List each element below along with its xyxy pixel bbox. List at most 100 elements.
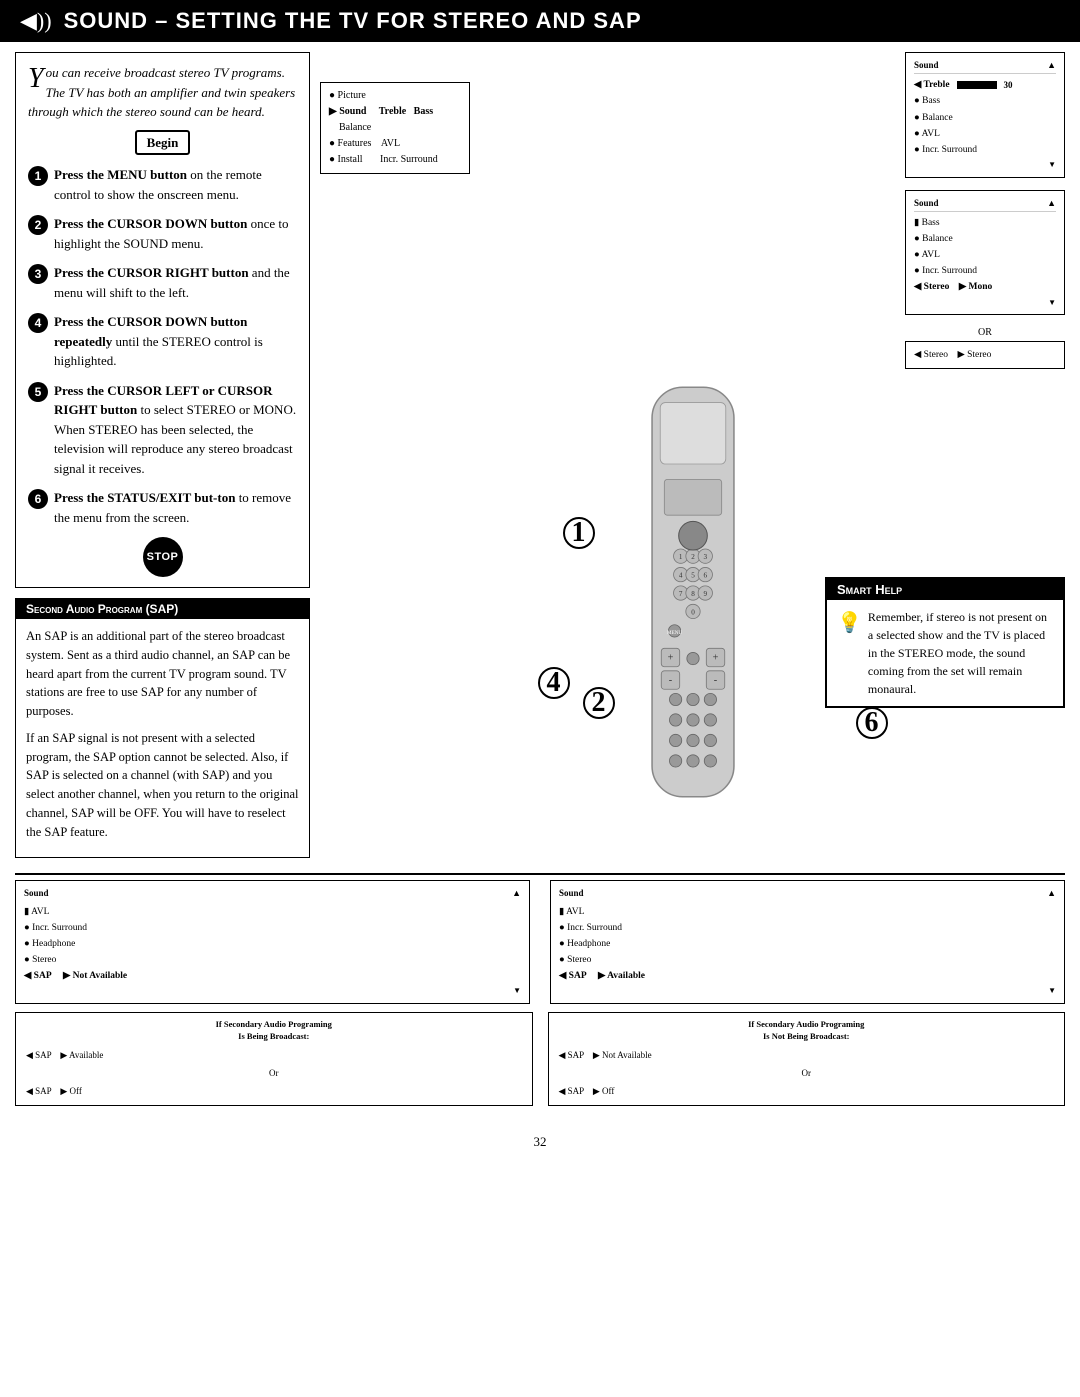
- step-5: 5 Press the CURSOR LEFT or CURSOR RIGHT …: [28, 381, 297, 479]
- sound-menus-right: Sound▲ ◀ Treble 30 ● Bass ● Balance ● AV…: [905, 52, 1065, 369]
- intro-box: You can receive broadcast stereo TV prog…: [15, 52, 310, 588]
- sap-header: Second Audio Program (SAP): [16, 599, 309, 619]
- menu-features: Balance: [329, 120, 461, 136]
- bottom-section: Sound▲ ▮ AVL ● Incr. Surround ● Headphon…: [0, 880, 1080, 1004]
- sap-t2-row1: ◀ SAP ▶ Not Available: [559, 1047, 1055, 1063]
- sap-table-1-title: If Secondary Audio ProgramingIs Being Br…: [26, 1019, 522, 1043]
- sm2-bass: ▮ Bass: [914, 215, 1056, 231]
- sap-para-2: If an SAP signal is not present with a s…: [26, 729, 299, 842]
- menu-install2: ● Install Incr. Surround: [329, 152, 461, 168]
- svg-text:1: 1: [678, 554, 682, 562]
- sm1-treble: ◀ Treble 30: [914, 77, 1056, 93]
- page-number: 32: [0, 1124, 1080, 1160]
- bm1-stereo: ● Stereo: [24, 952, 521, 968]
- bm1-title: Sound▲: [24, 886, 521, 901]
- sap-para-1: An SAP is an additional part of the ster…: [26, 627, 299, 721]
- step-3-text: Press the CURSOR RIGHT button and the me…: [54, 263, 297, 302]
- intro-body: ou can receive broadcast stereo TV progr…: [28, 65, 295, 119]
- sm2-stereo: ◀ Stereo ▶ Mono: [914, 279, 1056, 295]
- svg-text:MENU: MENU: [667, 630, 682, 636]
- right-panel: ● Picture ▶ Sound Treble Bass Balance ● …: [320, 52, 1065, 858]
- sap-t1-row1: ◀ SAP ▶ Available: [26, 1047, 522, 1063]
- bottom-right-area: Sound▲ ▮ AVL ● Incr. Surround ● Headphon…: [550, 880, 1065, 1004]
- menu-sound: ▶ Sound Treble Bass: [329, 104, 461, 120]
- step-1-number: 1: [28, 166, 48, 186]
- smart-help-box: Smart Help 💡 Remember, if stereo is not …: [825, 577, 1065, 708]
- sm2-incr: ● Incr. Surround: [914, 263, 1056, 279]
- sap-t2-row2: ◀ SAP ▶ Off: [559, 1083, 1055, 1099]
- bm2-sap: ◀ SAP ▶ Available: [559, 968, 1056, 984]
- smart-help-text: Remember, if stereo is not present on a …: [868, 608, 1053, 698]
- left-panel: You can receive broadcast stereo TV prog…: [15, 52, 310, 858]
- svg-text:2: 2: [691, 554, 695, 562]
- bm1-incr: ● Incr. Surround: [24, 920, 521, 936]
- bm1-avl: ▮ AVL: [24, 904, 521, 920]
- sap-content: An SAP is an additional part of the ster…: [16, 619, 309, 857]
- sound-menu-2-title: Sound▲: [914, 196, 1056, 212]
- step-num-overlay-4: 4: [538, 667, 570, 699]
- page-header: ◀)) Sound – Setting the TV for Stereo an…: [0, 0, 1080, 42]
- bm2-title: Sound▲: [559, 886, 1056, 901]
- sap-t2-or: Or: [559, 1065, 1055, 1081]
- smart-help-header: Smart Help: [827, 579, 1063, 600]
- sm1-bass: ● Bass: [914, 93, 1056, 109]
- svg-text:9: 9: [703, 590, 707, 598]
- svg-text:6: 6: [703, 572, 707, 580]
- step-5-text: Press the CURSOR LEFT or CURSOR RIGHT bu…: [54, 381, 297, 479]
- sm1-balance: ● Balance: [914, 110, 1056, 126]
- divider: [15, 873, 1065, 875]
- sap-table-area: If Secondary Audio ProgramingIs Being Br…: [0, 1004, 1080, 1114]
- page-title: Sound – Setting the TV for Stereo and SA…: [64, 8, 642, 34]
- stereo-stereo-row: ◀ Stereo ▶ Stereo: [914, 347, 1056, 363]
- sap-t1-or: Or: [26, 1065, 522, 1081]
- svg-text:-: -: [668, 675, 672, 686]
- sound-menu-1-title: Sound▲: [914, 58, 1056, 74]
- svg-text:4: 4: [678, 572, 682, 580]
- intro-text: You can receive broadcast stereo TV prog…: [28, 63, 297, 122]
- smart-help-content: 💡 Remember, if stereo is not present on …: [827, 600, 1063, 706]
- svg-text:+: +: [667, 653, 673, 664]
- step-4-number: 4: [28, 313, 48, 333]
- svg-text:8: 8: [691, 590, 695, 598]
- sm2-balance: ● Balance: [914, 231, 1056, 247]
- step-1: 1 Press the MENU button on the remote co…: [28, 165, 297, 204]
- tv-main-menu: ● Picture ▶ Sound Treble Bass Balance ● …: [320, 82, 470, 174]
- sound-icon: ◀)): [20, 8, 52, 34]
- step-6-number: 6: [28, 489, 48, 509]
- remote-area: 1 2 3 4 5 6 7 8 9 0 MENU + +: [320, 377, 1065, 797]
- bottom-menu-1: Sound▲ ▮ AVL ● Incr. Surround ● Headphon…: [15, 880, 530, 1004]
- smart-help-title: Smart Help: [837, 582, 902, 597]
- sound-menu-2: Sound▲ ▮ Bass ● Balance ● AVL ● Incr. Su…: [905, 190, 1065, 316]
- svg-text:3: 3: [703, 554, 707, 562]
- svg-text:0: 0: [691, 609, 695, 617]
- svg-text:5: 5: [691, 572, 695, 580]
- sm2-avl: ● AVL: [914, 247, 1056, 263]
- svg-text:+: +: [712, 653, 718, 664]
- sap-table-2-title: If Secondary Audio ProgramingIs Not Bein…: [559, 1019, 1055, 1043]
- bottom-menu-2: Sound▲ ▮ AVL ● Incr. Surround ● Headphon…: [550, 880, 1065, 1004]
- stop-badge: STOP: [28, 537, 297, 577]
- main-menu-box: ● Picture ▶ Sound Treble Bass Balance ● …: [320, 82, 470, 174]
- begin-badge: Begin: [135, 130, 191, 156]
- bm2-headphone: ● Headphone: [559, 936, 1056, 952]
- step-4: 4 Press the CURSOR DOWN button repeatedl…: [28, 312, 297, 371]
- sound-menu-1: Sound▲ ◀ Treble 30 ● Bass ● Balance ● AV…: [905, 52, 1065, 178]
- step-3-number: 3: [28, 264, 48, 284]
- bm1-headphone: ● Headphone: [24, 936, 521, 952]
- stereo-stereo-box: ◀ Stereo ▶ Stereo: [905, 341, 1065, 369]
- step-6-text: Press the STATUS/EXIT but-ton to remove …: [54, 488, 297, 527]
- step-2-text: Press the CURSOR DOWN button once to hig…: [54, 214, 297, 253]
- sap-t1-row2: ◀ SAP ▶ Off: [26, 1083, 522, 1099]
- bm2-avl: ▮ AVL: [559, 904, 1056, 920]
- bottom-left-area: Sound▲ ▮ AVL ● Incr. Surround ● Headphon…: [15, 880, 530, 1004]
- sap-table-2: If Secondary Audio ProgramingIs Not Bein…: [548, 1012, 1066, 1106]
- step-num-overlay-1: 1: [563, 517, 595, 549]
- step-6: 6 Press the STATUS/EXIT but-ton to remov…: [28, 488, 297, 527]
- sm1-incr: ● Incr. Surround: [914, 142, 1056, 158]
- step-5-number: 5: [28, 382, 48, 402]
- drop-cap: Y: [28, 65, 44, 93]
- remote-control-image: 1 2 3 4 5 6 7 8 9 0 MENU + +: [583, 377, 803, 807]
- menu-picture: ● Picture: [329, 88, 461, 104]
- bm2-stereo: ● Stereo: [559, 952, 1056, 968]
- bm1-sap: ◀ SAP ▶ Not Available: [24, 968, 521, 984]
